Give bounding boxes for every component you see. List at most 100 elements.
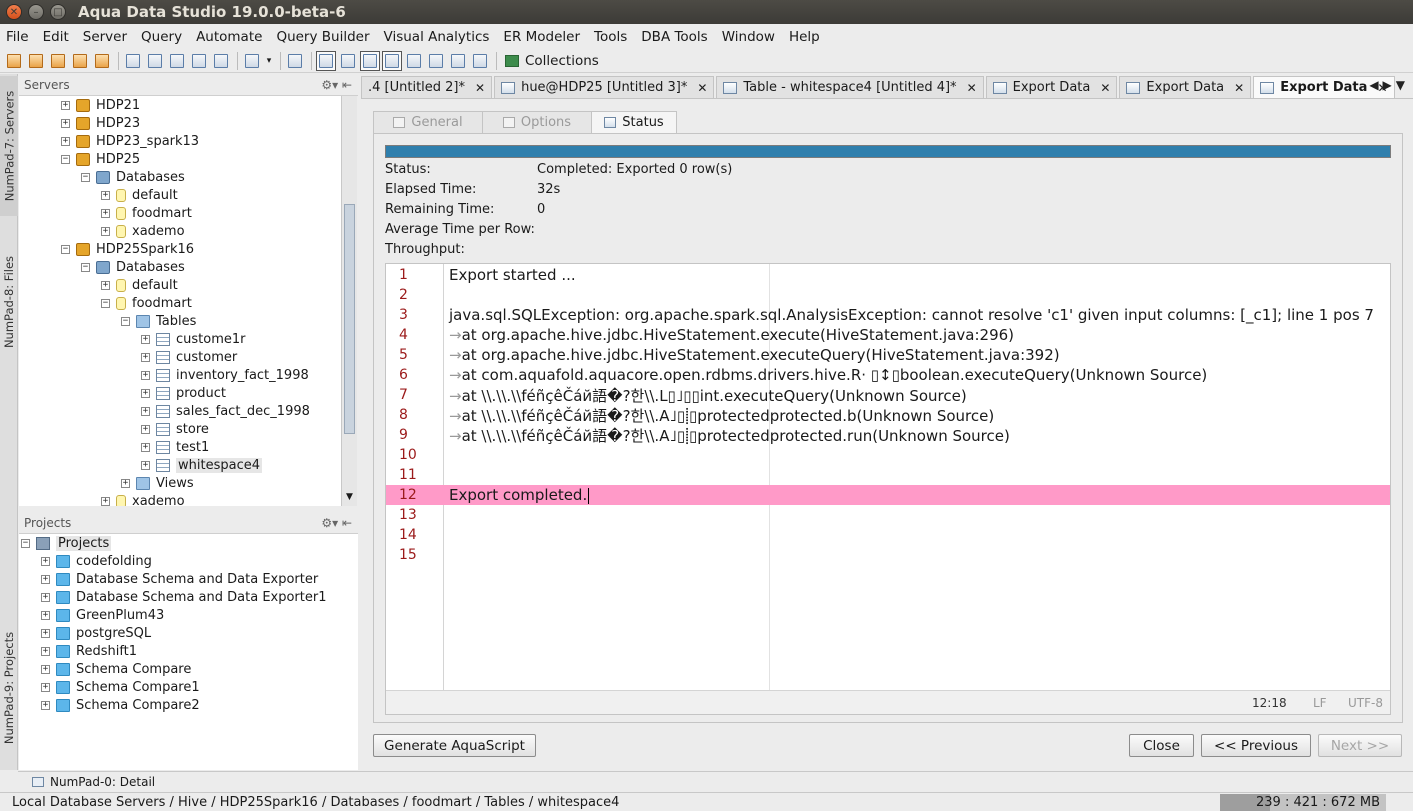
menu-automate[interactable]: Automate [189,29,269,45]
tree-node-table[interactable]: + product [141,384,226,402]
server-properties-icon[interactable] [92,51,112,71]
menu-query[interactable]: Query [134,29,189,45]
menu-help[interactable]: Help [782,29,827,45]
results-chart-icon[interactable] [470,51,490,71]
side-tab-servers[interactable]: NumPad-7: Servers [0,76,18,216]
results-text-icon[interactable] [426,51,446,71]
tree-node-project[interactable]: + Schema Compare2 [41,696,200,714]
tab-export-data-1[interactable]: Export Data ✕ [985,76,1118,98]
tree-node-databases[interactable]: − Databases [81,168,185,186]
panel-options-icon[interactable]: ⚙▾ ⇤ [321,516,352,530]
tree-node-project[interactable]: + Database Schema and Data Exporter [41,570,318,588]
window-list-icon[interactable] [285,51,305,71]
tree-node-databases[interactable]: − Databases [81,258,185,276]
tree-node-project[interactable]: + Schema Compare [41,660,191,678]
query-builder-icon[interactable] [145,51,165,71]
tree-node-table[interactable]: + sales_fact_dec_1998 [141,402,310,420]
tree-node-xademo[interactable]: + xademo [101,492,185,506]
tree-node-project[interactable]: + Schema Compare1 [41,678,200,696]
tree-node-table-selected[interactable]: + whitespace4 [141,456,262,474]
tab-scroll-arrows-icon[interactable]: ◀▶▼ [1369,78,1409,92]
menu-file[interactable]: File [0,29,36,45]
tree-node-hdp25[interactable]: − HDP25 [61,150,140,168]
menu-tools[interactable]: Tools [587,29,634,45]
menu-edit[interactable]: Edit [36,29,76,45]
menu-dba-tools[interactable]: DBA Tools [634,29,714,45]
log-editor[interactable]: 1 Export started ... 2 3 java.sql.SQLExcep… [385,263,1391,715]
next-button[interactable]: Next >> [1318,734,1402,757]
tree-node-hdp23-spark13[interactable]: + HDP23_spark13 [61,132,199,150]
tree-node-project[interactable]: + postgreSQL [41,624,151,642]
tab-untitled-3[interactable]: hue@HDP25 [Untitled 3]* ✕ [494,76,715,98]
tree-node-table[interactable]: + inventory_fact_1998 [141,366,309,384]
detail-tab[interactable]: NumPad-0: Detail [18,771,1413,791]
tree-node-table[interactable]: + store [141,420,209,438]
servers-scrollbar[interactable]: ▼ [341,96,357,506]
close-button[interactable]: Close [1129,734,1194,757]
side-tab-projects[interactable]: NumPad-9: Projects [0,614,18,762]
scroll-down-icon[interactable]: ▼ [342,492,357,506]
menu-visual-analytics[interactable]: Visual Analytics [377,29,497,45]
tree-node-project[interactable]: + Redshift1 [41,642,137,660]
close-tab-icon[interactable]: ✕ [1234,81,1244,95]
tile-layout-icon[interactable] [360,50,380,71]
tree-node-table[interactable]: + customer [141,348,237,366]
tab-untitled-4[interactable]: Table - whitespace4 [Untitled 4]* ✕ [716,76,984,98]
tab-options[interactable]: Options [482,111,592,133]
tree-node-table[interactable]: + custome1r [141,330,246,348]
tree-node-views[interactable]: + Views [121,474,194,492]
close-tab-icon[interactable]: ✕ [697,81,707,95]
menu-window[interactable]: Window [715,29,782,45]
table-layout-icon[interactable] [382,50,402,71]
tree-node-tables[interactable]: − Tables [121,312,196,330]
encoding[interactable]: UTF-8 [1348,696,1383,710]
tree-node-hdp25spark16[interactable]: − HDP25Spark16 [61,240,194,258]
menu-er-modeler[interactable]: ER Modeler [496,29,587,45]
new-file-icon[interactable] [242,51,262,71]
er-diagram-icon[interactable] [189,51,209,71]
tree-node-hdp21[interactable]: + HDP21 [61,96,140,114]
menu-query-builder[interactable]: Query Builder [269,29,376,45]
tree-node-table[interactable]: + test1 [141,438,209,456]
tab-untitled-2[interactable]: .4 [Untitled 2]* ✕ [361,76,493,98]
query-analyzer-icon[interactable] [123,51,143,71]
tab-export-data-2[interactable]: Export Data ✕ [1119,76,1252,98]
tree-node-project[interactable]: + GreenPlum43 [41,606,164,624]
tree-node-default[interactable]: + default [101,186,178,204]
close-tab-icon[interactable]: ✕ [1100,81,1110,95]
line-ending[interactable]: LF [1313,696,1327,710]
register-server-icon[interactable] [4,51,24,71]
results-grid-icon[interactable] [404,51,424,71]
maximize-window-icon[interactable]: □ [50,4,66,20]
tree-node-hdp23[interactable]: + HDP23 [61,114,140,132]
grid-layout-icon[interactable] [316,50,336,71]
schema-script-icon[interactable] [211,51,231,71]
visual-explain-icon[interactable] [167,51,187,71]
previous-button[interactable]: << Previous [1201,734,1311,757]
connect-server-icon[interactable] [48,51,68,71]
collections-button[interactable]: Collections [505,53,599,69]
minimize-window-icon[interactable]: – [28,4,44,20]
split-layout-icon[interactable] [338,51,358,71]
tree-node-foodmart[interactable]: − foodmart [101,294,192,312]
panel-options-icon[interactable]: ⚙▾ ⇤ [321,78,352,92]
tree-node-xademo[interactable]: + xademo [101,222,185,240]
dropdown-arrow-icon[interactable]: ▾ [264,51,274,71]
edit-server-icon[interactable] [26,51,46,71]
results-pivot-icon[interactable] [448,51,468,71]
close-tab-icon[interactable]: ✕ [475,81,485,95]
scrollbar-thumb[interactable] [344,204,355,434]
menu-server[interactable]: Server [76,29,134,45]
memory-indicator[interactable]: 239 : 421 : 672 MB [1220,794,1386,811]
close-window-icon[interactable]: ✕ [6,4,22,20]
tab-general[interactable]: General [373,111,483,133]
tree-node-foodmart[interactable]: + foodmart [101,204,192,222]
generate-aquascript-button[interactable]: Generate AquaScript [373,734,536,757]
tree-node-project[interactable]: + codefolding [41,552,152,570]
close-tab-icon[interactable]: ✕ [967,81,977,95]
side-tab-files[interactable]: NumPad-8: Files [0,242,18,362]
disconnect-server-icon[interactable] [70,51,90,71]
tab-status[interactable]: Status [591,111,677,133]
tree-node-default[interactable]: + default [101,276,178,294]
tree-node-project[interactable]: + Database Schema and Data Exporter1 [41,588,327,606]
